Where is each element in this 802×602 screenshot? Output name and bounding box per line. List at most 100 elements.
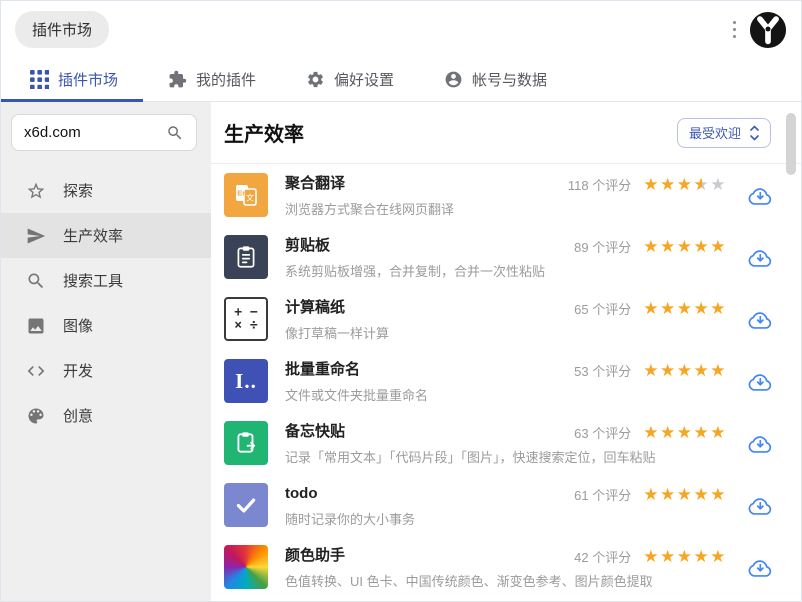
grid-icon: [30, 70, 50, 90]
download-cloud-icon[interactable]: [747, 556, 774, 580]
rating-stars: ★★★★★: [643, 362, 727, 379]
sidebar-item-生产效率[interactable]: 生产效率: [1, 213, 211, 258]
plugin-text: 聚合翻译 浏览器方式聚合在线网页翻译: [285, 173, 454, 218]
star-icon: ★: [676, 299, 694, 318]
window-title-pill: 插件市场: [15, 11, 110, 48]
download-cloud-icon[interactable]: [747, 370, 774, 394]
sort-label: 最受欢迎: [688, 126, 741, 141]
star-icon: ★: [643, 237, 660, 256]
plugin-text: todo 随时记录你的大小事务: [285, 483, 415, 528]
ratings-count: 89 个评分: [574, 240, 632, 255]
rating-stars: ★★★★★: [643, 300, 727, 317]
clipboard-icon: [224, 235, 268, 279]
download-cloud-icon[interactable]: [747, 308, 774, 332]
rating-stars: ★★★★★★: [643, 176, 727, 193]
sidebar-item-开发[interactable]: 开发: [1, 348, 211, 393]
tab-label: 帐号与数据: [472, 72, 548, 89]
memo-clipboard-icon: [224, 421, 268, 465]
plugin-meta: 61 个评分 ★★★★★: [574, 485, 727, 504]
search-input[interactable]: [24, 124, 166, 141]
main-content: 生产效率 最受欢迎 En 文聚合翻译 浏览器方式聚合在线网页翻译 118 个评分 ★★★…: [211, 102, 801, 601]
plugin-row: I.. 批量重命名 文件或文件夹批量重命名 53 个评分 ★★★★★: [211, 350, 801, 412]
plugin-list: En文聚合翻译浏览器方式聚合在线网页翻译118 个评分★★★★★★剪贴板系统剪贴…: [211, 164, 801, 601]
app-body: 探索生产效率搜索工具图像开发创意 生产效率 最受欢迎 En文聚合翻译浏览器方式聚…: [1, 102, 801, 601]
plugin-meta: 89 个评分 ★★★★★: [574, 237, 727, 256]
download-cloud-icon[interactable]: [747, 246, 774, 270]
star-icon: ★: [660, 547, 677, 566]
plugin-text: 批量重命名 文件或文件夹批量重命名: [285, 359, 428, 404]
plugin-row: En文聚合翻译浏览器方式聚合在线网页翻译 118 个评分★★★★★★: [211, 164, 801, 226]
svg-text:文: 文: [246, 193, 254, 203]
translate-icon: En 文: [224, 173, 268, 217]
tab-帐号与数据[interactable]: 帐号与数据: [419, 58, 572, 101]
plugin-name[interactable]: 计算稿纸: [285, 298, 389, 318]
sidebar-item-label: 探索: [63, 183, 94, 200]
image-icon: [26, 316, 46, 336]
plugin-name[interactable]: 剪贴板: [285, 236, 545, 256]
plugin-meta: 65 个评分 ★★★★★: [574, 299, 727, 318]
star-icon: ★: [643, 175, 660, 194]
sidebar: 探索生产效率搜索工具图像开发创意: [1, 102, 211, 601]
tab-我的插件[interactable]: 我的插件: [143, 58, 281, 101]
star-icon: ★: [676, 361, 694, 380]
plugin-name[interactable]: 批量重命名: [285, 360, 428, 380]
star-icon: ★: [676, 175, 694, 194]
palette-icon: [26, 406, 46, 426]
download-cloud-icon[interactable]: [747, 494, 774, 518]
updown-chevron-icon: [750, 125, 759, 140]
tab-插件市场[interactable]: 插件市场: [1, 58, 144, 102]
sidebar-item-label: 搜索工具: [63, 273, 124, 290]
plugin-row: + − × ÷ 计算稿纸像打草稿一样计算 65 个评分 ★★★★★: [211, 288, 801, 350]
code-icon: [26, 361, 46, 381]
plugin-row: 剪贴板 系统剪贴板增强，合并复制，合并一次性粘贴 89 个评分 ★★★★★: [211, 226, 801, 288]
plugin-text: 计算稿纸像打草稿一样计算: [285, 297, 389, 342]
plugin-meta: 63 个评分 ★★★★★: [574, 423, 727, 442]
download-cloud-icon[interactable]: [747, 184, 774, 208]
sidebar-item-label: 生产效率: [63, 228, 124, 245]
star-icon: ★: [693, 299, 711, 318]
sidebar-item-探索[interactable]: 探索: [1, 168, 211, 213]
ratings-count: 61 个评分: [574, 488, 632, 503]
sidebar-item-创意[interactable]: 创意: [1, 393, 211, 438]
search-icon[interactable]: [166, 124, 184, 142]
page-title: 生产效率: [224, 124, 304, 146]
rating-stars: ★★★★★: [643, 548, 727, 565]
star-icon: ★: [676, 237, 694, 256]
tab-label: 我的插件: [196, 72, 257, 89]
half-star-overlay: ★: [694, 176, 703, 193]
sidebar-item-label: 图像: [63, 318, 94, 335]
star-icon: ★: [710, 299, 727, 318]
send-icon: [26, 226, 46, 246]
plugin-name[interactable]: todo: [285, 484, 415, 504]
account-icon: [444, 70, 463, 89]
plugin-meta: 53 个评分 ★★★★★: [574, 361, 727, 380]
ratings-count: 63 个评分: [574, 426, 632, 441]
star-outline-icon: [26, 181, 46, 201]
rating-stars: ★★★★★: [643, 424, 727, 441]
star-icon: ★: [660, 361, 677, 380]
plugin-market-window: 插件市场 插件市场 我的插件 偏好设置 帐号与数据 x6d.com 探索 生产效…: [0, 0, 802, 602]
rename-icon: I..: [224, 359, 268, 403]
sidebar-item-搜索工具[interactable]: 搜索工具: [1, 258, 211, 303]
star-icon: ★: [693, 237, 711, 256]
tab-偏好设置[interactable]: 偏好设置: [281, 58, 419, 101]
ratings-count: 65 个评分: [574, 302, 632, 317]
plugin-row: 颜色助手 色值转换、UI 色卡、中国传统颜色、渐变色参考、图片颜色提取 42 个评分…: [211, 536, 801, 598]
kebab-menu-icon[interactable]: [729, 17, 741, 43]
rating-stars: ★★★★★: [643, 486, 727, 503]
star-icon: ★: [676, 485, 694, 504]
star-icon: ★: [710, 547, 727, 566]
calculator-icon: + − × ÷: [224, 297, 268, 341]
sidebar-item-图像[interactable]: 图像: [1, 303, 211, 348]
sidebar-search-box: [11, 114, 197, 151]
checkmark-icon: [224, 483, 268, 527]
download-cloud-icon[interactable]: [747, 432, 774, 456]
plugin-name[interactable]: 聚合翻译: [285, 174, 454, 194]
plugin-description: 像打草稿一样计算: [285, 325, 390, 341]
sort-dropdown[interactable]: 最受欢迎: [676, 117, 771, 148]
star-icon: ★: [643, 361, 660, 380]
scrollbar-thumb[interactable]: [786, 113, 796, 175]
plugin-meta: 118 个评分★★★★★★: [568, 175, 727, 194]
star-icon: ★: [660, 237, 677, 256]
star-icon: ★: [660, 423, 677, 442]
